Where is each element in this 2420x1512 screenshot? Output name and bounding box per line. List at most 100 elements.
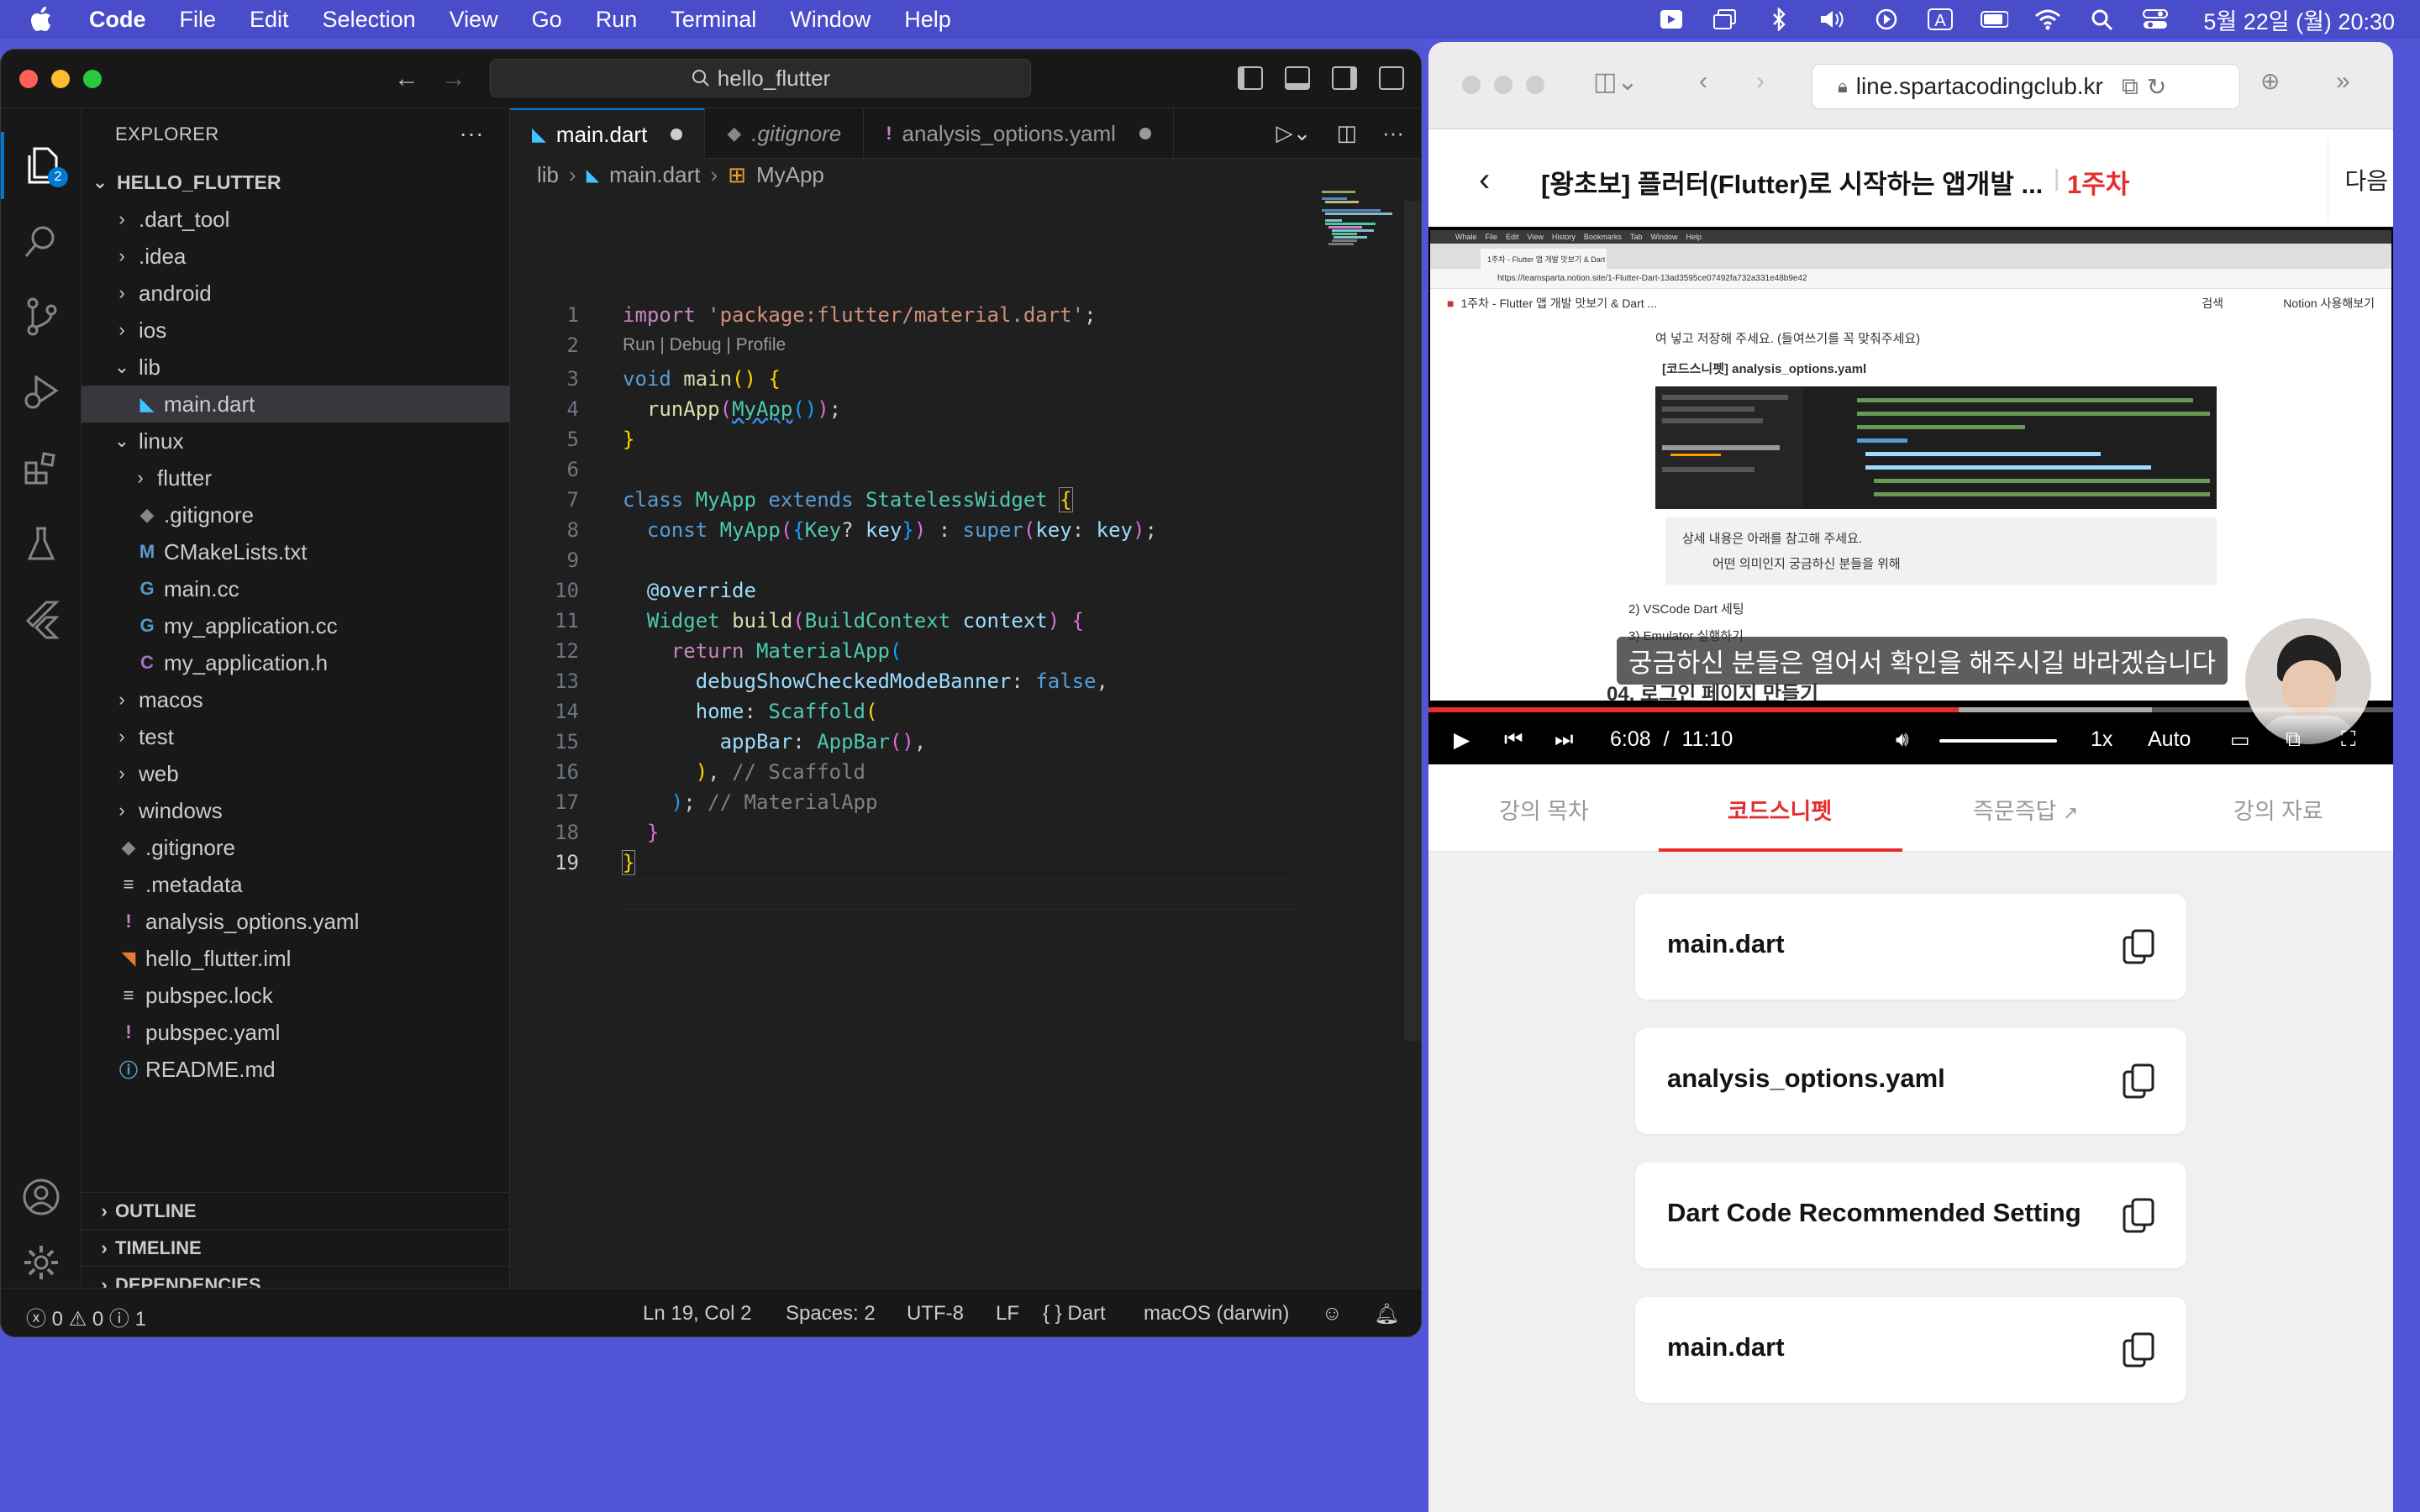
picture-in-picture-icon[interactable]: ⧉ (2286, 727, 2301, 752)
tree-folder[interactable]: › ios (82, 312, 510, 349)
apple-logo-icon[interactable] (30, 7, 64, 32)
play-icon[interactable]: ▶ (1454, 727, 1470, 753)
tree-folder[interactable]: › macos (82, 681, 510, 718)
search-icon[interactable] (1, 207, 82, 275)
unsaved-dot-icon[interactable] (1139, 128, 1151, 139)
back-chevron-icon[interactable]: ‹ (1479, 161, 1490, 199)
wifi-icon[interactable] (2033, 7, 2062, 32)
fullscreen-icon[interactable]: ⛶ (2341, 727, 2356, 752)
input-source-icon[interactable]: A (1926, 7, 1954, 32)
indentation-setting[interactable]: Spaces: 2 (786, 1302, 876, 1326)
copy-icon[interactable] (2123, 1332, 2156, 1368)
toggle-panel-icon[interactable] (1285, 66, 1310, 90)
breadcrumb-file[interactable]: main.dart (609, 162, 700, 188)
captions-icon[interactable]: ▭ (2230, 727, 2250, 753)
tree-file[interactable]: ≡ pubspec.lock (82, 977, 510, 1014)
command-center-search[interactable]: hello_flutter (490, 59, 1031, 97)
tree-folder[interactable]: › .idea (82, 238, 510, 275)
toggle-secondary-sidebar-icon[interactable] (1332, 66, 1357, 90)
code-editor[interactable]: 1 2 3 4 5 6 7 8 9 10 11 12 13 14 15 16 17 18 19 Run | Debu… (510, 191, 1421, 1199)
menu-view[interactable]: View (450, 7, 498, 33)
notifications-bell-icon[interactable]: 🔔︎ (1374, 1302, 1399, 1326)
tab-analysis-options[interactable]: ! analysis_options.yaml (864, 108, 1174, 159)
source-control-icon[interactable] (1, 283, 82, 350)
play-circle-icon[interactable] (1872, 7, 1901, 32)
menu-file[interactable]: File (180, 7, 217, 33)
menubar-clock[interactable]: 5월 22일 (월) 20:30 (2203, 3, 2395, 36)
screen-recorder-icon[interactable] (1657, 7, 1686, 32)
tree-file[interactable]: ◆ .gitignore (82, 496, 510, 533)
tab-table-of-contents[interactable]: 강의 목차 (1499, 793, 1589, 826)
cursor-position[interactable]: Ln 19, Col 2 (643, 1302, 751, 1326)
tab-code-snippets[interactable]: 코드스니펫 (1728, 793, 1832, 826)
testing-icon[interactable] (1, 510, 82, 577)
video-player[interactable]: Whale File Edit View History Bookmarks Tab Wind… (1428, 227, 2393, 764)
tree-file[interactable]: Gmain.cc (82, 570, 510, 607)
target-platform[interactable]: macOS (darwin) (1144, 1302, 1289, 1326)
feedback-icon[interactable]: ☺ (1322, 1302, 1343, 1326)
breadcrumb-folder[interactable]: lib (537, 162, 559, 188)
tree-file[interactable]: Gmy_application.cc (82, 607, 510, 644)
overflow-chevron-icon[interactable]: » (2336, 67, 2350, 96)
split-editor-icon[interactable]: ◫ (1336, 120, 1357, 146)
tree-folder[interactable]: › windows (82, 792, 510, 829)
forward-arrow-icon[interactable]: → (441, 65, 466, 93)
tree-file[interactable]: ! analysis_options.yaml (82, 903, 510, 940)
sidebar-toggle-icon[interactable]: ◫⌄ (1593, 67, 1638, 97)
more-actions-icon[interactable]: ··· (460, 120, 484, 147)
timeline-section[interactable]: › TIMELINE (82, 1229, 510, 1266)
menu-app-name[interactable]: Code (89, 7, 146, 33)
zoom-window-button[interactable] (1526, 76, 1544, 94)
tree-folder[interactable]: › flutter (82, 459, 510, 496)
playback-speed[interactable]: 1x (2091, 727, 2112, 752)
minimize-window-button[interactable] (51, 70, 70, 88)
editor-vertical-scrollbar[interactable] (1404, 201, 1421, 1041)
accounts-icon[interactable] (1, 1163, 82, 1231)
language-mode[interactable]: { } Dart (1043, 1302, 1106, 1326)
minimap[interactable] (1322, 191, 1397, 275)
menu-go[interactable]: Go (532, 7, 562, 33)
tree-file[interactable]: M CMakeLists.txt (82, 533, 510, 570)
copy-icon[interactable] (2123, 1198, 2156, 1233)
back-arrow-icon[interactable]: ← (394, 65, 419, 93)
volume-slider[interactable] (1939, 739, 2057, 743)
battery-icon[interactable] (1980, 7, 2009, 32)
menu-help[interactable]: Help (904, 7, 951, 33)
breadcrumb-symbol[interactable]: MyApp (756, 162, 824, 188)
spotlight-search-icon[interactable] (2087, 7, 2116, 32)
tree-file[interactable]: ◥ hello_flutter.iml (82, 940, 510, 977)
more-editor-actions-icon[interactable]: ··· (1382, 120, 1404, 146)
explorer-icon[interactable]: 2 (1, 132, 82, 199)
forward-arrow-icon[interactable]: › (1756, 67, 1765, 96)
run-debug-dropdown-icon[interactable]: ▷⌄ (1276, 120, 1312, 146)
next-track-icon[interactable]: ⏭︎ (1555, 727, 1574, 752)
volume-icon[interactable]: 🔊︎ (1896, 727, 1909, 752)
tree-file[interactable]: ⓘ README.md (82, 1051, 510, 1088)
tab-main-dart[interactable]: ◣ main.dart (510, 108, 706, 159)
close-window-button[interactable] (1462, 76, 1481, 94)
menu-edit[interactable]: Edit (250, 7, 289, 33)
project-root-folder[interactable]: ⌄ HELLO_FLUTTER (82, 164, 510, 201)
unsaved-dot-icon[interactable] (671, 129, 683, 140)
manage-gear-icon[interactable] (1, 1229, 82, 1296)
copy-icon[interactable] (2123, 1063, 2156, 1099)
menu-terminal[interactable]: Terminal (671, 7, 756, 33)
reload-icon[interactable]: ↻ (2147, 73, 2166, 101)
back-arrow-icon[interactable]: ‹ (1699, 67, 1707, 96)
quality-setting[interactable]: Auto (2148, 727, 2191, 752)
minimize-window-button[interactable] (1494, 76, 1512, 94)
outline-section[interactable]: › OUTLINE (82, 1192, 510, 1229)
tree-file[interactable]: ◣ main.dart (82, 386, 510, 423)
snippet-card-analysis-options[interactable]: analysis_options.yaml (1635, 1028, 2186, 1134)
code-lens-run-debug-profile[interactable]: Run | Debug | Profile (623, 335, 786, 355)
close-window-button[interactable] (19, 70, 38, 88)
end-of-line-sequence[interactable]: LF (996, 1302, 1019, 1326)
problems-indicator[interactable]: ⓧ 0 ⚠ 0 ⓘ 1 (26, 1302, 146, 1331)
file-encoding[interactable]: UTF-8 (907, 1302, 964, 1326)
tree-folder[interactable]: › web (82, 755, 510, 792)
menu-selection[interactable]: Selection (323, 7, 416, 33)
tab-gitignore[interactable]: ◆ .gitignore (705, 108, 865, 159)
address-bar[interactable]: 🔒︎ line.spartacodingclub.kr ⧉ ↻ (1812, 64, 2240, 109)
tab-instant-qa[interactable]: 즉문즉답 ↗ (1973, 793, 2078, 826)
customize-layout-icon[interactable] (1379, 66, 1404, 90)
